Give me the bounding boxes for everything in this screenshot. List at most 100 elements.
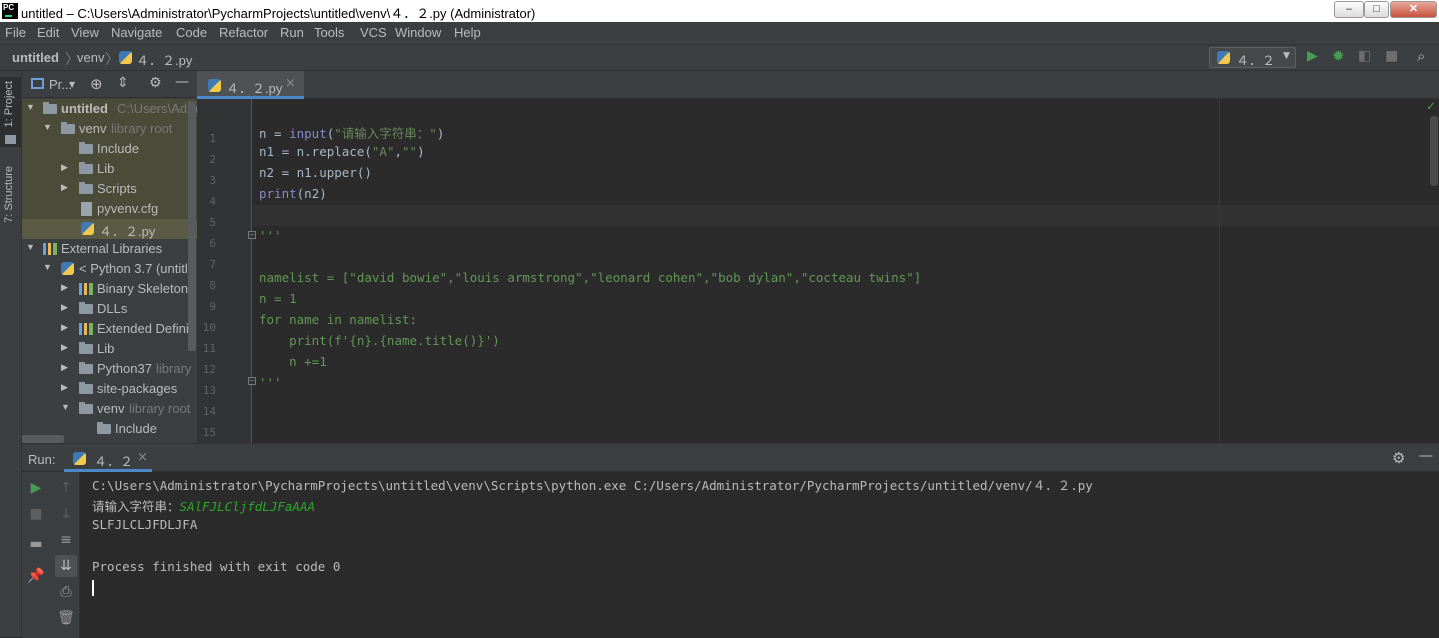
fold-marker-icon[interactable]: − (248, 231, 256, 239)
chevron-right-icon[interactable]: ▶ (61, 362, 68, 373)
line-number: 10 (202, 321, 216, 334)
menu-view[interactable]: View (71, 25, 99, 40)
tree-label: Include (97, 141, 139, 156)
tree-item-include[interactable]: Include (22, 139, 197, 159)
chevron-right-icon[interactable]: ▶ (61, 322, 68, 333)
folder-icon (79, 362, 93, 374)
chevron-right-icon[interactable]: ▶ (61, 162, 68, 173)
chevron-down-icon[interactable]: ▼ (26, 102, 35, 112)
scroll-up-icon[interactable]: ↑ (56, 480, 76, 496)
gear-icon[interactable]: ⚙ (1392, 449, 1405, 467)
window-title: untitled – C:\Users\Administrator\Pychar… (21, 6, 536, 21)
close-icon[interactable]: × (285, 76, 296, 91)
python-file-icon (73, 452, 86, 465)
coverage-icon[interactable]: ◧ (1358, 48, 1371, 64)
tree-item-python37[interactable]: ▶ Python37 library (22, 359, 197, 379)
tree-item-pyvenv-cfg[interactable]: pyvenv.cfg (22, 199, 197, 219)
editor-scrollbar[interactable] (1430, 116, 1438, 186)
inspection-ok-icon[interactable]: ✓ (1426, 99, 1436, 113)
tree-item-binary-skeletons[interactable]: ▶ Binary Skeletons (22, 279, 197, 299)
breadcrumb-file[interactable]: ４．２.py (136, 50, 192, 69)
tree-item-lib[interactable]: ▶ Lib (22, 159, 197, 179)
menu-code[interactable]: Code (176, 25, 207, 40)
menu-run[interactable]: Run (280, 25, 304, 40)
breadcrumb-venv[interactable]: venv (77, 50, 104, 65)
search-icon[interactable]: ⌕ (1417, 47, 1425, 65)
menu-file[interactable]: File (5, 25, 26, 40)
tree-label: Lib (97, 161, 115, 176)
chevron-right-icon[interactable]: ▶ (61, 382, 68, 393)
python-file-icon (208, 79, 221, 92)
project-horizontal-scrollbar[interactable] (22, 435, 64, 443)
line-number: 14 (202, 405, 216, 418)
tree-item-venv[interactable]: ▼ venv library root (22, 119, 197, 139)
menu-edit[interactable]: Edit (37, 25, 59, 40)
scroll-down-icon[interactable]: ↓ (56, 506, 76, 522)
menu-refactor[interactable]: Refactor (219, 25, 268, 40)
console-result-line: SLFJLCLJFDLJFA (92, 517, 198, 532)
tree-label: pyvenv.cfg (97, 201, 159, 216)
stop-icon[interactable]: ■ (26, 506, 46, 522)
tree-item-site-packages[interactable]: ▶ site-packages (22, 379, 197, 399)
breadcrumb-project[interactable]: untitled (12, 50, 59, 65)
run-icon[interactable]: ▶ (1307, 48, 1318, 64)
tree-item-external-libraries[interactable]: ▼ External Libraries (22, 239, 197, 259)
scroll-to-end-icon[interactable]: ⇊ (56, 558, 76, 574)
debug-icon[interactable]: ✹ (1332, 47, 1345, 65)
chevron-right-icon[interactable]: ▶ (61, 282, 68, 293)
minimize-button[interactable]: – (1334, 1, 1364, 18)
maximize-button[interactable]: □ (1364, 1, 1389, 18)
trash-icon[interactable]: 🗑 (56, 610, 76, 626)
layout-icon[interactable]: ▬ (26, 536, 46, 552)
menu-vcs[interactable]: VCS (360, 25, 387, 40)
chevron-down-icon[interactable]: ▼ (43, 122, 52, 132)
tab-current-file[interactable]: ４．２.py × (197, 71, 304, 99)
tree-item-dlls[interactable]: ▶ DLLs (22, 299, 197, 319)
pin-icon[interactable]: 📌 (26, 568, 46, 584)
tree-label: Python37 (97, 361, 152, 376)
tab-project[interactable]: 1: Project (3, 81, 15, 127)
gear-icon[interactable]: ⚙ (149, 75, 162, 91)
stop-icon[interactable]: ■ (1385, 48, 1398, 64)
line-number: 11 (202, 342, 216, 355)
tree-item-venv-sdk[interactable]: ▼ venv library root (22, 399, 197, 419)
hide-icon[interactable]: — (1419, 448, 1433, 464)
print-icon[interactable]: ⎙ (56, 584, 76, 600)
chevron-right-icon[interactable]: ▶ (61, 342, 68, 353)
run-configuration-select[interactable]: ４．２ ▼ (1209, 47, 1296, 69)
file-icon (81, 202, 92, 216)
tree-item-extended-definitions[interactable]: ▶ Extended Definiti (22, 319, 197, 339)
code-editor: ４．２.py × 1 2 3 4 5 6 7 8 9 10 11 12 13 14 15 n = input… (197, 71, 1439, 443)
locate-icon[interactable]: ⊕ (90, 75, 103, 93)
left-tool-strip: 1: Project 7: Structure (0, 71, 22, 637)
menu-navigate[interactable]: Navigate (111, 25, 162, 40)
chevron-right-icon[interactable]: ▶ (61, 302, 68, 313)
chevron-down-icon[interactable]: ▼ (69, 80, 75, 89)
tree-item-lib-sdk[interactable]: ▶ Lib (22, 339, 197, 359)
menu-window[interactable]: Window (395, 25, 441, 40)
menu-help[interactable]: Help (454, 25, 481, 40)
chevron-down-icon[interactable]: ▼ (61, 402, 70, 412)
tree-item-python-sdk[interactable]: ▼ < Python 3.7 (untitle (22, 259, 197, 279)
collapse-all-icon[interactable]: ⇕ (117, 75, 129, 91)
project-scrollbar[interactable] (188, 101, 196, 351)
chevron-right-icon[interactable]: ▶ (61, 182, 68, 193)
tree-item-current-file[interactable]: ４．２.py (22, 219, 197, 239)
rerun-icon[interactable]: ▶ (26, 480, 46, 496)
library-icon (79, 283, 93, 295)
close-window-button[interactable]: ✕ (1390, 1, 1437, 18)
close-icon[interactable]: × (137, 450, 148, 465)
chevron-down-icon[interactable]: ▼ (26, 242, 35, 252)
tab-structure[interactable]: 7: Structure (3, 166, 15, 223)
chevron-down-icon[interactable]: ▼ (43, 262, 52, 272)
soft-wrap-icon[interactable]: ≡ (56, 532, 76, 548)
tree-item-untitled[interactable]: ▼ untitled C:\Users\Adm (22, 99, 197, 119)
console-exit-line: Process finished with exit code 0 (92, 559, 341, 574)
run-tab[interactable]: ４．２ × (64, 444, 152, 472)
fold-marker-icon[interactable]: − (248, 377, 256, 385)
menu-tools[interactable]: Tools (314, 25, 344, 40)
console-user-input: SAlFJLCljfdLJFaAAA (179, 499, 315, 514)
hide-icon[interactable]: — (175, 74, 189, 90)
tree-label: untitled (61, 101, 108, 116)
tree-item-scripts[interactable]: ▶ Scripts (22, 179, 197, 199)
